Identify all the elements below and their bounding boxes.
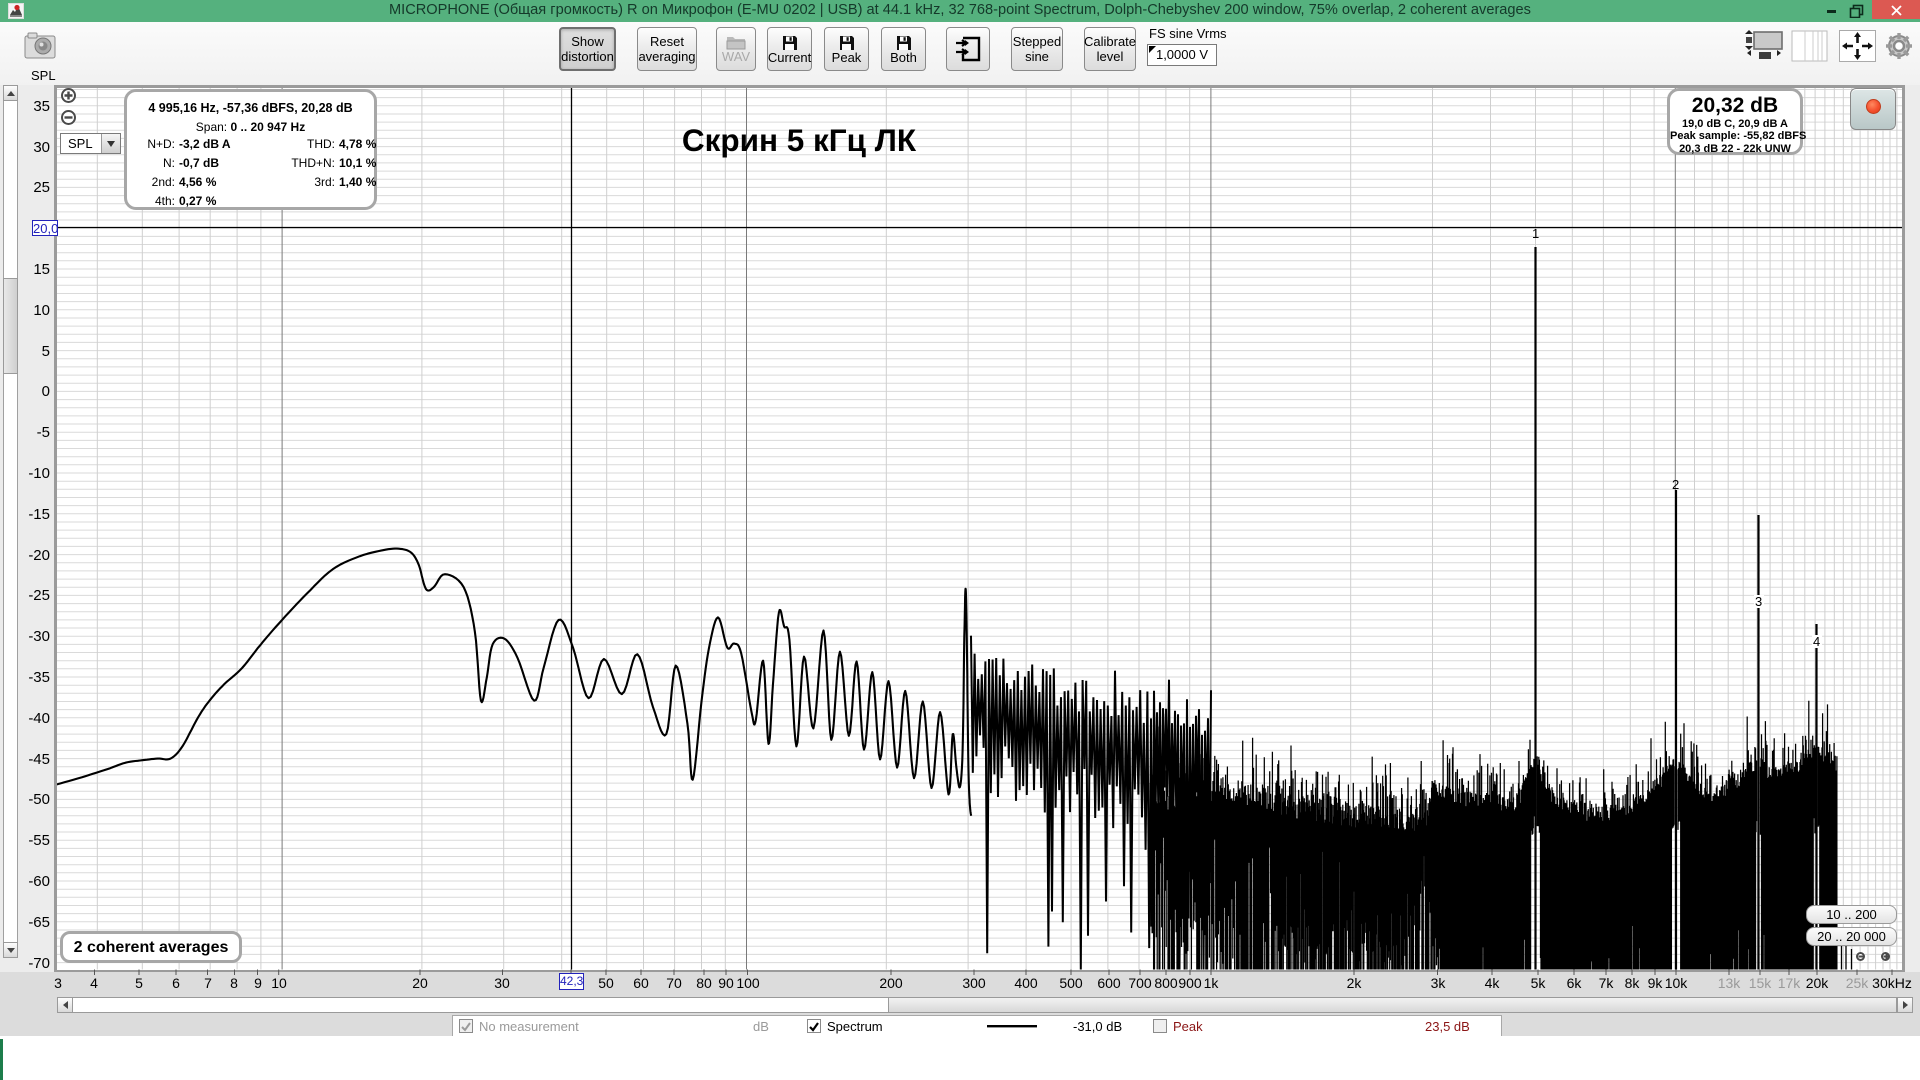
svg-text:3: 3 (1755, 594, 1762, 609)
svg-text:2: 2 (1672, 477, 1679, 492)
svg-text:4: 4 (1813, 634, 1820, 649)
svg-text:1: 1 (1532, 226, 1539, 241)
